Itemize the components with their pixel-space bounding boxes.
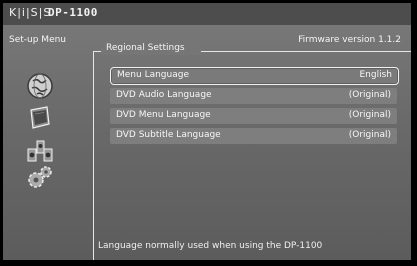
top-bar: K|i|S|S DP-1100 (3, 3, 411, 25)
menu-item-value: English (359, 70, 393, 80)
help-text: Language normally used when using the DP… (98, 241, 323, 251)
menu-item-menu-language[interactable]: Menu Language English (110, 67, 399, 85)
firmware-version: Firmware version 1.1.2 (298, 35, 401, 45)
menu-item-value: (Original) (348, 130, 391, 140)
globe-icon[interactable] (25, 71, 55, 101)
setup-screen: K|i|S|S DP-1100 Set-up Menu Regional Set… (3, 3, 411, 260)
brand-logo: K|i|S|S (9, 6, 52, 19)
speakers-icon[interactable] (25, 135, 55, 165)
menu-item-dvd-audio-language[interactable]: DVD Audio Language (Original) (110, 88, 397, 104)
menu-item-label: DVD Menu Language (116, 110, 211, 120)
menu-item-value: (Original) (348, 110, 391, 120)
group-title: Regional Settings (106, 43, 185, 53)
menu-item-label: Menu Language (117, 70, 189, 80)
menu-item-label: DVD Subtitle Language (116, 130, 221, 140)
display-icon[interactable] (25, 103, 55, 133)
menu-item-dvd-subtitle-language[interactable]: DVD Subtitle Language (Original) (110, 128, 397, 144)
menu-item-label: DVD Audio Language (116, 90, 212, 100)
model-logo: DP-1100 (48, 6, 98, 19)
gears-icon[interactable] (25, 163, 55, 193)
menu-item-dvd-menu-language[interactable]: DVD Menu Language (Original) (110, 108, 397, 124)
sidebar-title: Set-up Menu (9, 35, 67, 45)
menu-item-value: (Original) (348, 90, 391, 100)
